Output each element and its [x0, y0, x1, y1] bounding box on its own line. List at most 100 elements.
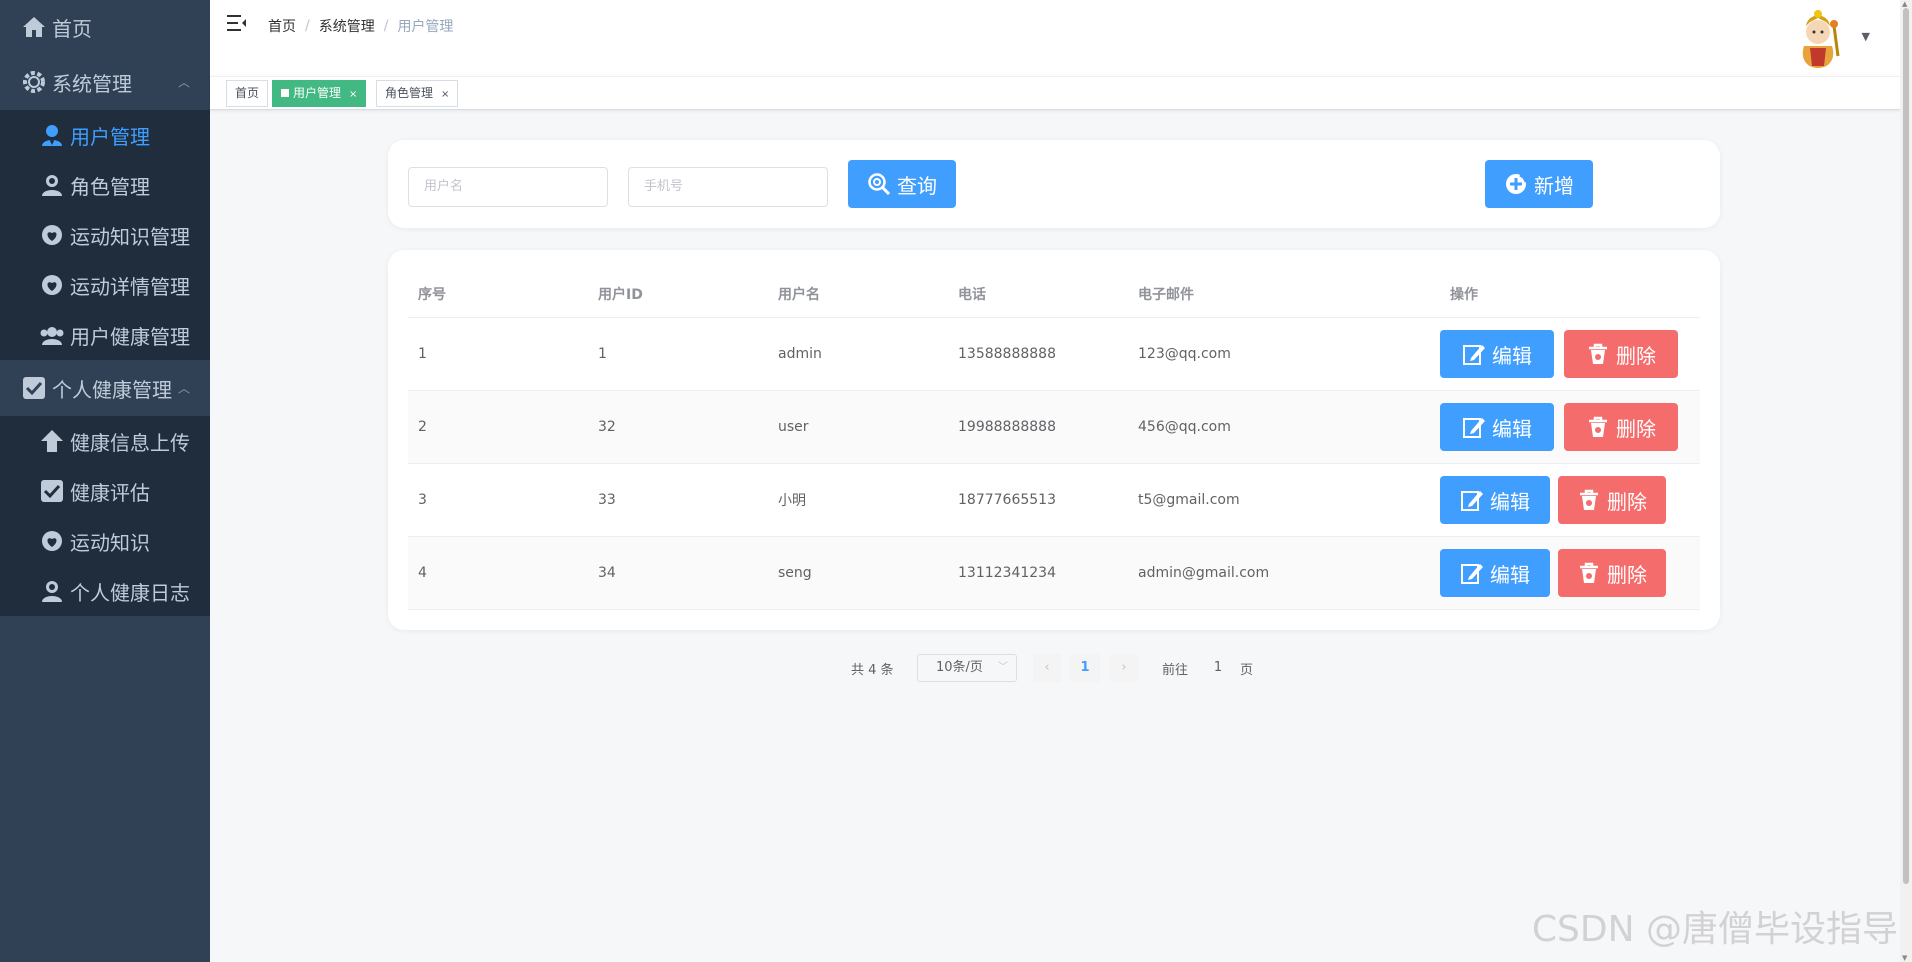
sidebar-item-home[interactable]: 首页: [0, 0, 210, 54]
sidebar-item-label: 健康信息上传: [70, 430, 190, 455]
top-navbar: 首页 / 系统管理 / 用户管理 ▼: [210, 0, 1900, 76]
search-icon: [868, 173, 891, 196]
check-box-icon: [38, 477, 66, 505]
cell-phone: 18777665513: [958, 492, 1056, 508]
close-icon[interactable]: ×: [441, 89, 449, 100]
goto-page-input[interactable]: 1: [1198, 654, 1238, 682]
delete-button[interactable]: 删除: [1564, 330, 1678, 378]
column-header-actions: 操作: [1450, 286, 1478, 303]
group-icon: [38, 321, 66, 349]
username-input[interactable]: 用户名: [408, 167, 608, 207]
submenu-personal-health: 健康信息上传 健康评估 运动知识 个人健康日志: [0, 416, 210, 616]
delete-button[interactable]: 删除: [1558, 549, 1666, 597]
sidebar-item-sport-detail-management[interactable]: 运动详情管理: [0, 260, 210, 310]
cell-user-id: 33: [598, 492, 616, 508]
heart-circle-icon: [38, 527, 66, 555]
chevron-down-icon: ﹀: [998, 662, 1008, 673]
pagination-total: 共 4 条: [851, 663, 894, 678]
cell-username: seng: [778, 565, 812, 581]
sidebar-item-label: 运动知识: [70, 530, 150, 555]
delete-button-label: 删除: [1607, 491, 1647, 514]
check-box-icon: [20, 374, 48, 402]
prev-page-button[interactable]: ‹: [1033, 654, 1061, 682]
sidebar-item-user-management[interactable]: 用户管理: [0, 110, 210, 160]
query-button[interactable]: 查询: [848, 160, 956, 208]
cell-phone: 13112341234: [958, 565, 1056, 581]
column-header-username: 用户名: [778, 286, 820, 303]
sidebar-item-label: 用户健康管理: [70, 324, 190, 349]
sidebar-item-label: 健康评估: [70, 480, 150, 505]
scroll-down-icon[interactable]: ▼: [1902, 954, 1907, 962]
cell-phone: 13588888888: [958, 346, 1056, 362]
caret-down-icon[interactable]: ▼: [1862, 30, 1870, 43]
sidebar-item-label: 个人健康日志: [70, 580, 190, 605]
upload-icon: [38, 427, 66, 455]
vertical-scrollbar[interactable]: ▲ ▼: [1900, 0, 1912, 962]
sidebar: 首页 系统管理 ︿ 用户管理 角色管理 运动知识管理 运动详情管理 用户健康管理…: [0, 0, 210, 962]
tag-user-management[interactable]: 用户管理 ×: [272, 80, 367, 107]
gear-icon: [20, 68, 48, 96]
chevron-up-icon: ︿: [177, 75, 190, 90]
trash-icon: [1589, 416, 1607, 437]
delete-button-label: 删除: [1607, 564, 1647, 587]
cell-email: 456@qq.com: [1138, 419, 1231, 435]
avatar[interactable]: [1786, 6, 1850, 70]
tag-role-management[interactable]: 角色管理 ×: [376, 80, 459, 107]
edit-button-label: 编辑: [1492, 345, 1532, 368]
pagination: 共 4 条 10条/页 ﹀ ‹ 1 › 前往 1 页: [0, 654, 1912, 682]
edit-button[interactable]: 编辑: [1440, 330, 1554, 378]
hamburger-icon[interactable]: [227, 14, 249, 36]
delete-button-label: 删除: [1616, 418, 1656, 441]
page-size-select[interactable]: 10条/页 ﹀: [917, 654, 1017, 682]
user-table-panel: 序号 用户ID 用户名 电话 电子邮件 操作 1 1 admin 1358888…: [388, 250, 1720, 630]
sidebar-group-system[interactable]: 系统管理 ︿: [0, 54, 210, 110]
edit-button[interactable]: 编辑: [1440, 549, 1550, 597]
watermark: CSDN @唐僧毕设指导: [1531, 909, 1898, 950]
edit-icon: [1463, 345, 1485, 365]
sidebar-item-label: 运动知识管理: [70, 224, 190, 249]
trash-icon: [1589, 343, 1607, 364]
sidebar-item-health-upload[interactable]: 健康信息上传: [0, 416, 210, 466]
page-number-current[interactable]: 1: [1070, 654, 1100, 682]
submenu-system: 用户管理 角色管理 运动知识管理 运动详情管理 用户健康管理: [0, 110, 210, 360]
sidebar-item-role-management[interactable]: 角色管理: [0, 160, 210, 210]
edit-button[interactable]: 编辑: [1440, 476, 1550, 524]
heart-circle-icon: [38, 221, 66, 249]
breadcrumb-item-system[interactable]: 系统管理: [319, 16, 375, 36]
next-page-button[interactable]: ›: [1110, 654, 1138, 682]
delete-button[interactable]: 删除: [1558, 476, 1666, 524]
sidebar-item-personal-health-log[interactable]: 个人健康日志: [0, 566, 210, 616]
home-icon: [20, 13, 48, 41]
edit-icon: [1461, 491, 1483, 511]
add-button-label: 新增: [1534, 175, 1574, 198]
scrollbar-thumb[interactable]: [1903, 8, 1909, 884]
edit-button[interactable]: 编辑: [1440, 403, 1554, 451]
cell-user-id: 32: [598, 419, 616, 435]
add-button[interactable]: 新增: [1485, 160, 1593, 208]
tag-home[interactable]: 首页: [226, 80, 269, 107]
breadcrumb-item-home[interactable]: 首页: [268, 16, 296, 36]
scroll-up-icon[interactable]: ▲: [1902, 0, 1907, 8]
cell-username: 小明: [778, 493, 806, 509]
sidebar-item-user-health-management[interactable]: 用户健康管理: [0, 310, 210, 360]
cell-username: user: [778, 419, 809, 435]
close-icon[interactable]: ×: [349, 89, 357, 100]
column-header-index: 序号: [418, 286, 446, 303]
sidebar-group-label: 系统管理: [52, 71, 132, 96]
sidebar-group-personal-health[interactable]: 个人健康管理 ︿: [0, 360, 210, 416]
sidebar-item-sport-knowledge[interactable]: 运动知识: [0, 516, 210, 566]
add-circle-icon: [1506, 173, 1528, 194]
tag-label: 首页: [235, 86, 260, 100]
cell-user-id: 34: [598, 565, 616, 581]
phone-input[interactable]: 手机号: [628, 167, 828, 207]
sidebar-item-sport-knowledge-management[interactable]: 运动知识管理: [0, 210, 210, 260]
breadcrumb-separator: /: [383, 18, 389, 34]
delete-button[interactable]: 删除: [1564, 403, 1678, 451]
cell-index: 4: [418, 565, 427, 581]
column-header-phone: 电话: [958, 286, 986, 303]
column-header-email: 电子邮件: [1138, 286, 1194, 303]
cell-index: 2: [418, 419, 427, 435]
sidebar-item-health-assessment[interactable]: 健康评估: [0, 466, 210, 516]
breadcrumb-separator: /: [305, 18, 310, 34]
cell-user-id: 1: [598, 346, 607, 362]
